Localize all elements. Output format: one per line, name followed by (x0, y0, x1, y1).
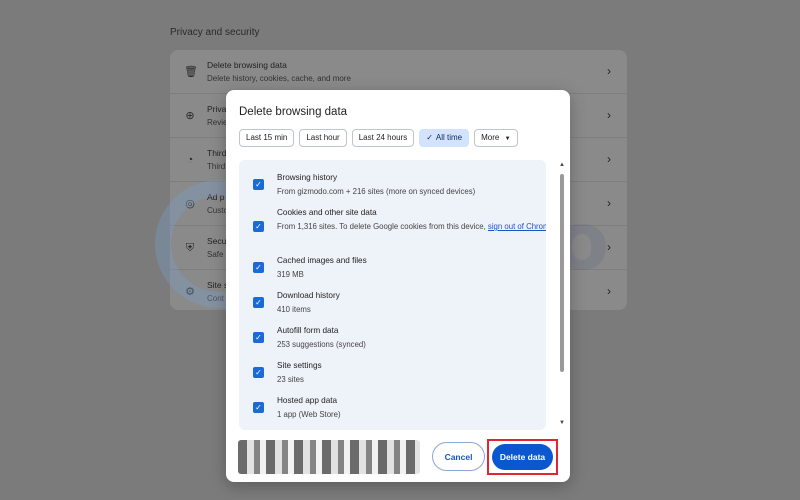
item-detail: 1 app (Web Store) (277, 410, 341, 419)
checkbox-browsing-history[interactable]: ✓ (253, 179, 264, 190)
row-title: Delete browsing data (207, 60, 287, 70)
item-detail: From 1,316 sites. To delete Google cooki… (277, 220, 546, 233)
cookie-icon: ◔ (186, 154, 194, 166)
cancel-button[interactable]: Cancel (432, 442, 485, 471)
dialog-footer: Cancel Delete data (226, 432, 570, 482)
scroll-up-arrow-icon[interactable]: ▲ (559, 162, 565, 168)
sign-out-link[interactable]: sign out of Chrome (488, 222, 546, 231)
chip-last-hour[interactable]: Last hour (299, 129, 347, 147)
row-subtitle: Third (207, 162, 226, 171)
checkbox-hosted-app-data[interactable]: ✓ (253, 402, 264, 413)
chip-label: More (481, 133, 500, 142)
delete-button-highlight: Delete data (487, 439, 558, 475)
chip-last-15-min[interactable]: Last 15 min (239, 129, 295, 147)
item-detail-text: From 1,316 sites. To delete Google cooki… (277, 222, 486, 231)
checkbox-cached-images[interactable]: ✓ (253, 262, 264, 273)
item-title: Site settings (277, 361, 322, 370)
item-detail: 23 sites (277, 375, 304, 384)
item-title: Download history (277, 291, 340, 300)
item-detail: 319 MB (277, 270, 304, 279)
chip-last-24-hours[interactable]: Last 24 hours (351, 129, 415, 147)
caret-down-icon: ▼ (504, 136, 511, 142)
item-detail: 410 items (277, 305, 311, 314)
chevron-right-icon: › (607, 152, 611, 166)
row-subtitle: Delete history, cookies, cache, and more (207, 74, 351, 83)
data-type-list: ✓ Browsing history From gizmodo.com + 21… (239, 160, 546, 430)
item-title: Cookies and other site data (277, 208, 377, 217)
chip-all-time[interactable]: ✓ All time (419, 129, 470, 147)
row-title: Third (207, 148, 227, 158)
checkbox-autofill[interactable]: ✓ (253, 332, 264, 343)
checkbox-cookies[interactable]: ✓ (253, 221, 264, 232)
section-title: Privacy and security (170, 27, 260, 38)
scroll-thumb[interactable] (560, 174, 564, 372)
checkbox-site-settings[interactable]: ✓ (253, 367, 264, 378)
item-title: Cached images and files (277, 256, 367, 265)
delete-data-button[interactable]: Delete data (492, 444, 553, 470)
checkbox-download-history[interactable]: ✓ (253, 297, 264, 308)
row-delete-browsing-data[interactable]: 🗑 Delete browsing data Delete history, c… (170, 50, 627, 94)
chip-label: All time (435, 133, 463, 142)
dialog-title: Delete browsing data (239, 106, 348, 118)
list-scrollbar[interactable]: ▲ ▼ (559, 162, 565, 430)
item-detail: 253 suggestions (synced) (277, 340, 366, 349)
blurred-account-info (238, 440, 420, 474)
chip-more-dropdown[interactable]: More ▼ (474, 129, 518, 147)
item-title: Hosted app data (277, 396, 338, 405)
scroll-down-arrow-icon[interactable]: ▼ (559, 420, 565, 426)
item-title: Autofill form data (277, 326, 339, 335)
delete-browsing-data-dialog: Delete browsing data Last 15 min Last ho… (226, 90, 570, 482)
item-title: Browsing history (277, 173, 338, 182)
check-icon: ✓ (426, 133, 433, 142)
trash-icon: 🗑 (184, 66, 198, 78)
row-title: Priva (207, 104, 227, 114)
time-range-chips: Last 15 min Last hour Last 24 hours ✓ All… (239, 129, 518, 147)
privacy-guide-icon: ⊕ (185, 110, 195, 122)
chevron-right-icon: › (607, 64, 611, 78)
item-detail: From gizmodo.com + 216 sites (more on sy… (277, 187, 476, 196)
row-subtitle: Revie (207, 118, 228, 127)
chevron-right-icon: › (607, 108, 611, 122)
